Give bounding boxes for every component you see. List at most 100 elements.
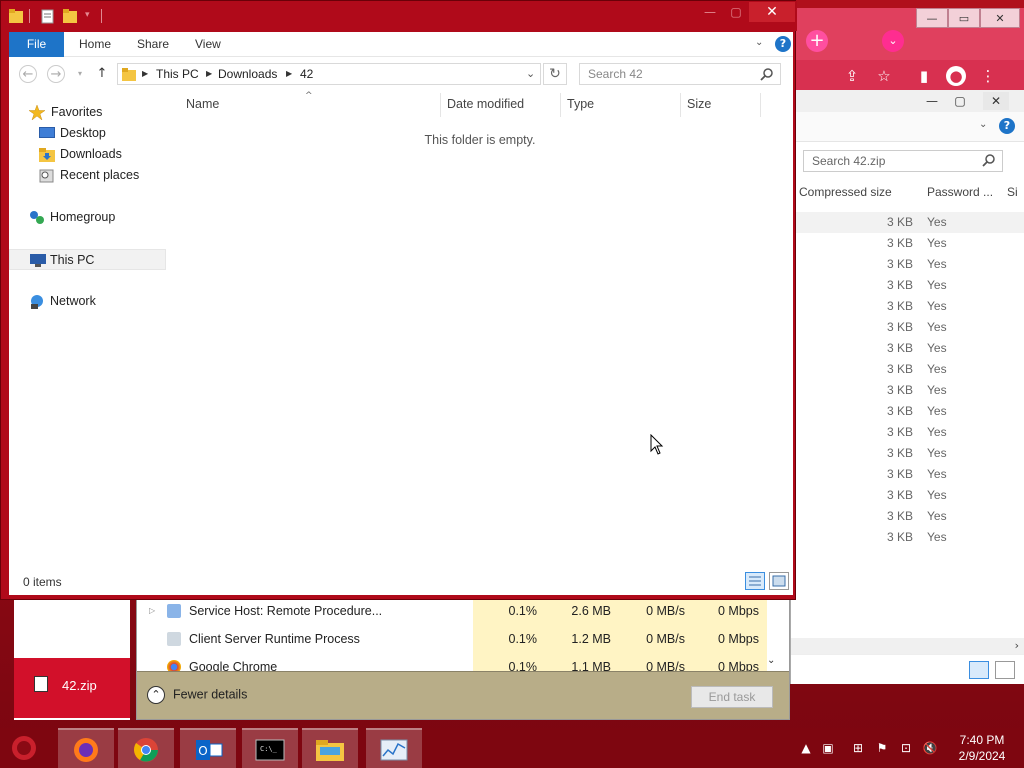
tab-share[interactable]: Share [137, 32, 169, 57]
refresh-icon[interactable]: ↻ [543, 63, 567, 85]
maximize-button[interactable]: ▢ [723, 2, 749, 22]
breadcrumb-42[interactable]: 42 [300, 67, 313, 81]
chrome-close-button[interactable]: ✕ [980, 8, 1020, 28]
zip-file-row[interactable]: 3 KB Yes [791, 422, 1024, 443]
volume-muted-icon[interactable]: 🔇 [922, 740, 938, 756]
col-name[interactable]: Name [186, 97, 219, 117]
tray-network-adapters-icon[interactable]: ⊞ [850, 740, 866, 756]
column-divider[interactable] [680, 93, 681, 117]
help-icon[interactable]: ? [775, 36, 791, 52]
tab-home[interactable]: Home [79, 32, 111, 57]
col-size[interactable]: Size [687, 97, 711, 117]
chrome-minimize-button[interactable]: — [916, 8, 948, 28]
zip-file-row[interactable]: 3 KB Yes [791, 443, 1024, 464]
address-dropdown-icon[interactable]: ⌄ [526, 67, 535, 80]
zip-file-row[interactable]: 3 KB Yes [791, 380, 1024, 401]
show-hidden-icons-icon[interactable]: ▲ [798, 740, 814, 756]
zip-file-row[interactable]: 3 KB Yes [791, 359, 1024, 380]
ribbon-expand-icon[interactable]: ⌄ [979, 119, 987, 130]
expand-arrow-icon[interactable]: ▷ [149, 597, 155, 625]
zip-file-row[interactable]: 3 KB Yes [791, 338, 1024, 359]
zip-search-input[interactable]: Search 42.zip [803, 150, 1003, 172]
address-bar[interactable]: ▶ This PC ▶ Downloads ▶ 42 ⌄ [117, 63, 541, 85]
help-icon[interactable]: ? [999, 118, 1015, 134]
taskbar-cmd[interactable]: C:\_ [242, 728, 298, 768]
search-input[interactable]: Search 42 [579, 63, 781, 85]
zip-file-row[interactable]: 3 KB Yes [791, 485, 1024, 506]
scroll-down-icon[interactable]: ⌄ [767, 655, 775, 666]
ribbon-expand-icon[interactable]: ⌄ [755, 37, 763, 48]
taskbar-task-manager[interactable] [366, 728, 422, 768]
process-row[interactable]: ▷ Service Host: Remote Procedure... 0.1% 2.… [137, 597, 767, 625]
clock[interactable]: 7:40 PM 2/9/2024 [944, 732, 1020, 764]
minimize-button[interactable]: — [697, 2, 723, 22]
zip-maximize-button[interactable]: ▢ [947, 92, 973, 110]
zip-file-row[interactable]: 3 KB Yes [791, 401, 1024, 422]
profile-avatar-icon[interactable]: ● [946, 66, 966, 86]
taskbar-outlook[interactable]: O [180, 728, 236, 768]
large-icons-view-button[interactable] [769, 572, 789, 590]
zip-file-row[interactable]: 3 KB Yes [791, 527, 1024, 548]
start-button-icon[interactable] [8, 732, 40, 764]
forward-icon[interactable]: → [47, 65, 65, 83]
properties-icon[interactable] [41, 8, 55, 24]
zip-file-row[interactable]: 3 KB Yes [791, 464, 1024, 485]
breadcrumb-this-pc[interactable]: This PC [156, 67, 199, 81]
horizontal-scrollbar[interactable]: › [791, 638, 1024, 654]
column-divider[interactable] [560, 93, 561, 117]
zip-file-row[interactable]: 3 KB Yes [791, 296, 1024, 317]
col-date-modified[interactable]: Date modified [447, 97, 524, 117]
more-menu-icon[interactable]: ⋮ [978, 66, 998, 86]
process-row[interactable]: Client Server Runtime Process 0.1% 1.2 MB 0… [137, 625, 767, 653]
details-view-button[interactable] [969, 661, 989, 679]
bookmark-star-icon[interactable]: ☆ [874, 66, 894, 86]
new-tab-button[interactable]: + [806, 30, 828, 52]
col-compressed-size[interactable]: Compressed size [799, 180, 892, 204]
large-icons-view-button[interactable] [995, 661, 1015, 679]
up-arrow-icon[interactable]: ↑ [93, 65, 111, 83]
back-icon[interactable]: ← [19, 65, 37, 83]
action-center-flag-icon[interactable]: ⚑ [874, 740, 890, 756]
col-type[interactable]: Type [567, 97, 594, 117]
nav-downloads[interactable]: Downloads [9, 144, 165, 165]
zip-file-row[interactable]: 3 KB Yes [791, 233, 1024, 254]
network-icon[interactable]: ⊡ [898, 740, 914, 756]
new-folder-icon[interactable] [63, 8, 77, 24]
zip-file-row[interactable]: 3 KB Yes [791, 254, 1024, 275]
scroll-right-icon[interactable]: › [1015, 639, 1019, 652]
column-divider[interactable] [760, 93, 761, 117]
zip-file-row[interactable]: 3 KB Yes [791, 275, 1024, 296]
nav-homegroup[interactable]: Homegroup [9, 207, 165, 228]
nav-favorites[interactable]: Favorites [9, 102, 165, 123]
taskbar-firefox[interactable] [58, 728, 114, 768]
end-task-button[interactable]: End task [691, 686, 773, 708]
recent-locations-icon[interactable]: ▾ [71, 65, 89, 83]
zip-close-button[interactable]: ✕ [983, 92, 1009, 110]
side-panel-icon[interactable]: ▮ [914, 66, 934, 86]
nav-recent-places[interactable]: Recent places [9, 165, 165, 186]
zip-file-row[interactable]: 3 KB Yes [791, 212, 1024, 233]
fewer-details-button[interactable]: ⌃ Fewer details [147, 686, 247, 704]
zip-file-row[interactable]: 3 KB Yes [791, 506, 1024, 527]
tab-search-button[interactable]: ⌄ [882, 30, 904, 52]
zip-item[interactable]: 42.zip [14, 658, 130, 718]
nav-network[interactable]: Network [9, 291, 165, 312]
close-button[interactable]: ✕ [749, 2, 795, 22]
nav-desktop[interactable]: Desktop [9, 123, 165, 144]
col-password[interactable]: Password ... [927, 180, 993, 204]
tray-app-icon[interactable]: ▣ [820, 740, 836, 756]
breadcrumb-downloads[interactable]: Downloads [218, 67, 277, 81]
zip-minimize-button[interactable]: — [919, 92, 945, 110]
qat-dropdown-icon[interactable]: ▾ [85, 10, 90, 20]
taskbar-file-explorer[interactable] [302, 728, 358, 768]
zip-file-row[interactable]: 3 KB Yes [791, 317, 1024, 338]
col-size[interactable]: Si [1007, 180, 1018, 204]
tab-file[interactable]: File [9, 32, 64, 57]
chrome-maximize-button[interactable]: ▭ [948, 8, 980, 28]
tab-view[interactable]: View [195, 32, 221, 57]
nav-this-pc[interactable]: This PC [9, 249, 166, 270]
details-view-button[interactable] [745, 572, 765, 590]
column-divider[interactable] [440, 93, 441, 117]
share-icon[interactable]: ⇪ [842, 66, 862, 86]
taskbar-chrome[interactable] [118, 728, 174, 768]
